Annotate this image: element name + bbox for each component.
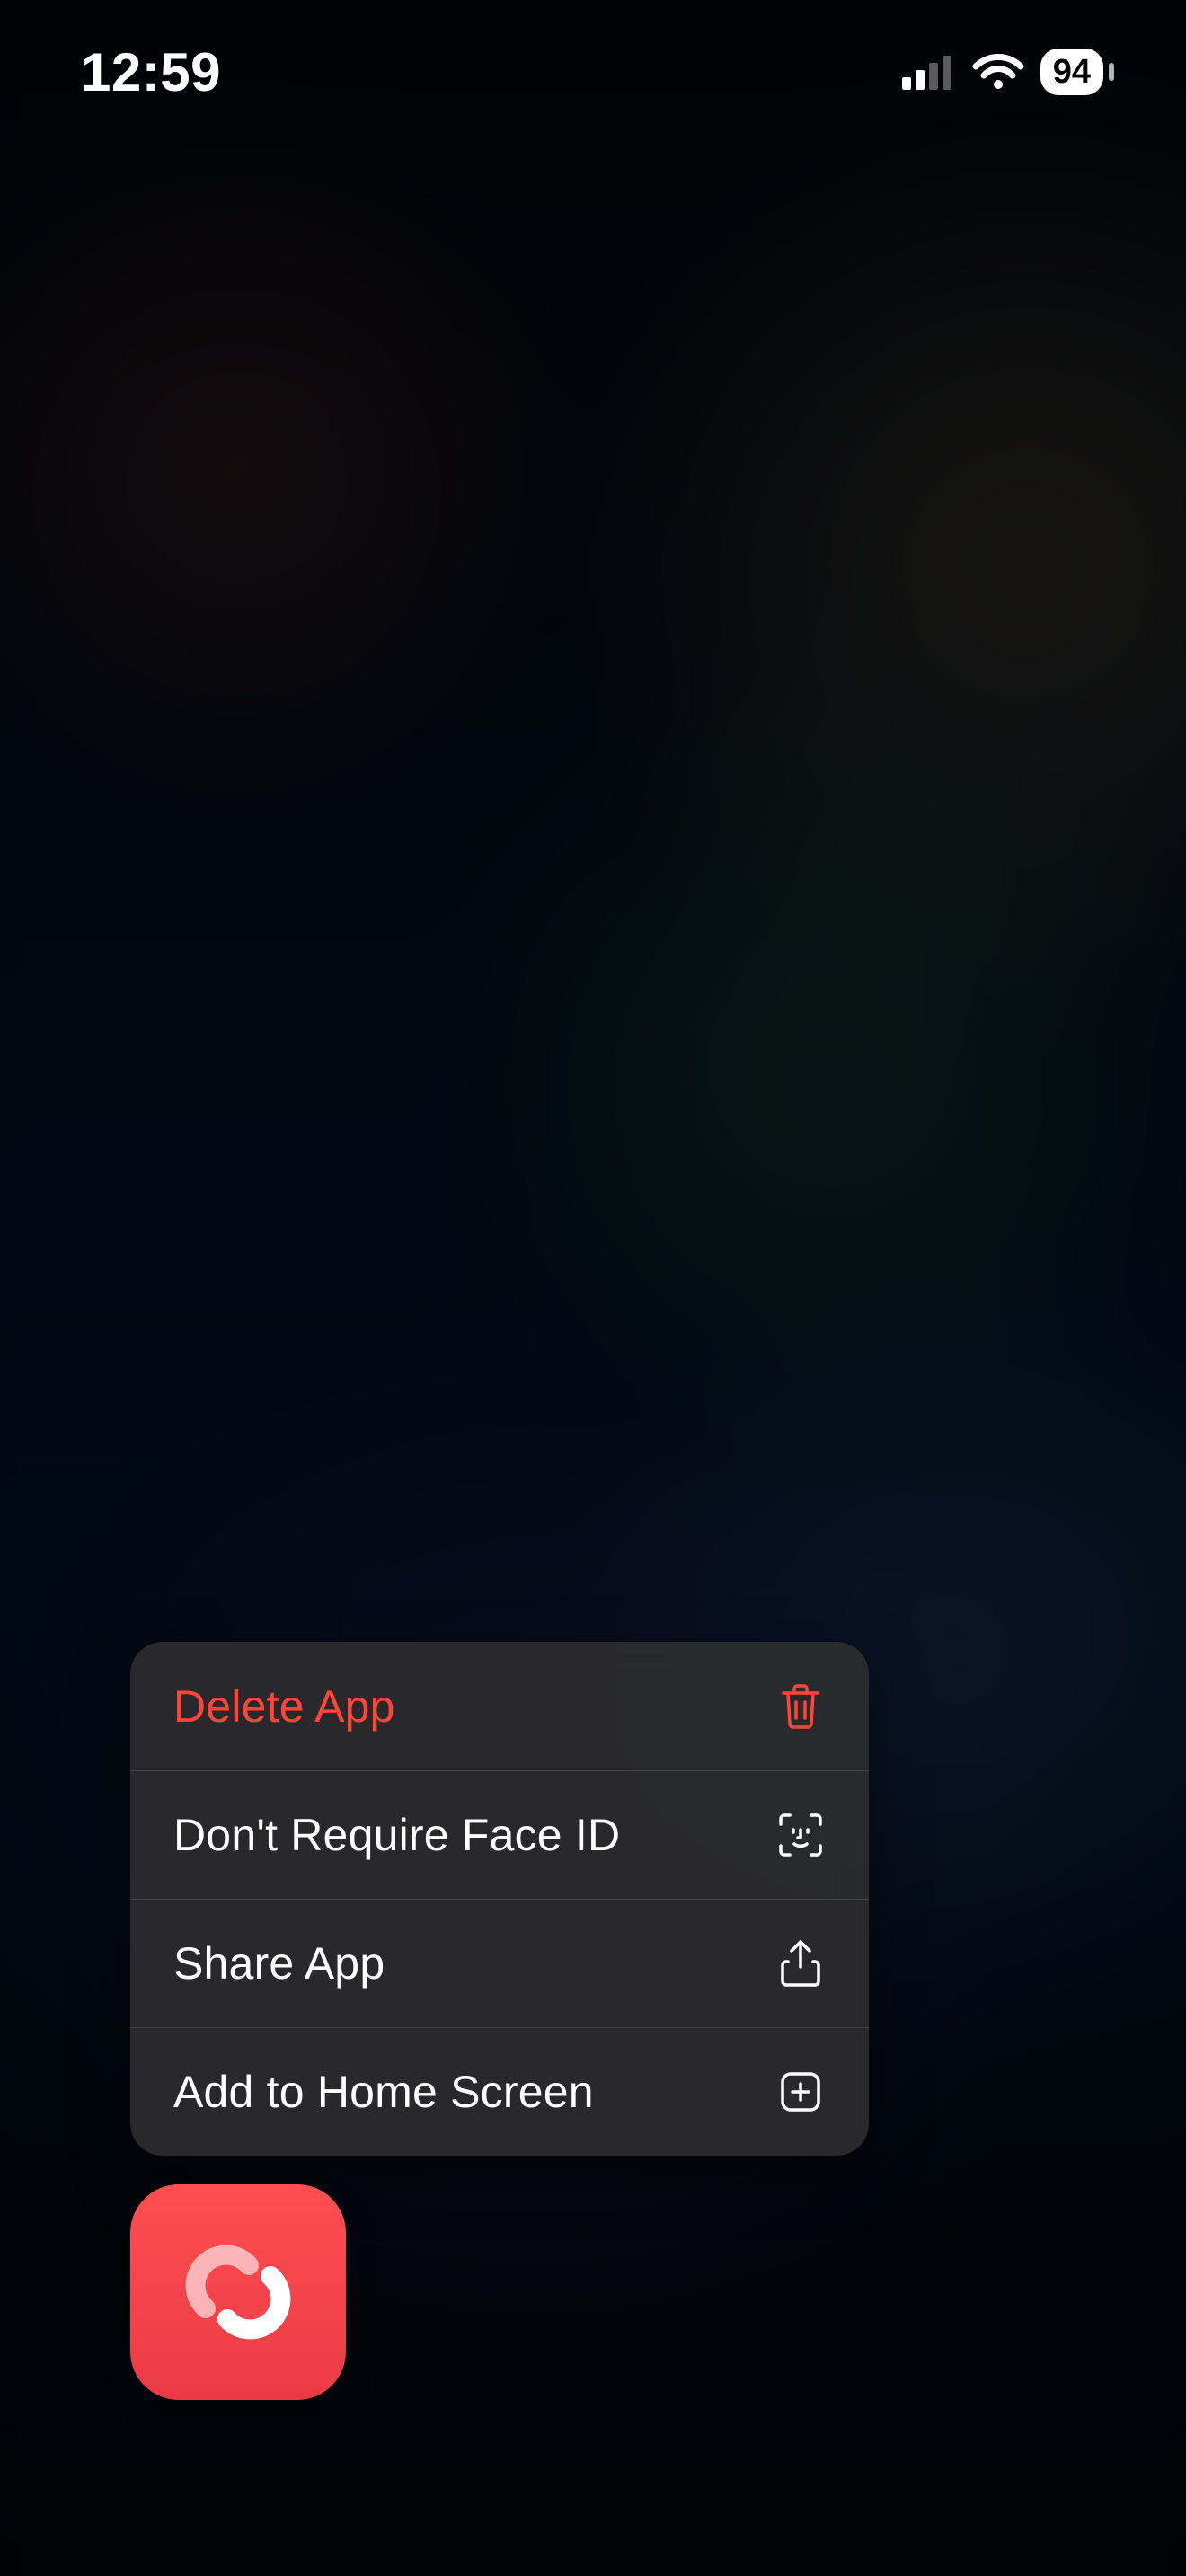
face-id-icon bbox=[775, 1810, 826, 1860]
menu-item-label: Don't Require Face ID bbox=[173, 1809, 620, 1861]
authy-glyph-icon bbox=[166, 2220, 310, 2364]
menu-item-delete-app[interactable]: Delete App bbox=[130, 1642, 869, 1770]
share-icon bbox=[775, 1938, 826, 1989]
menu-item-add-to-home-screen[interactable]: Add to Home Screen bbox=[130, 2027, 869, 2156]
battery-indicator: 94 bbox=[1040, 49, 1114, 95]
menu-item-label: Delete App bbox=[173, 1681, 395, 1733]
status-time: 12:59 bbox=[81, 41, 221, 103]
cellular-signal-icon bbox=[902, 54, 956, 90]
app-icon-authy[interactable] bbox=[130, 2184, 346, 2400]
battery-percent: 94 bbox=[1053, 53, 1091, 92]
plus-square-icon bbox=[775, 2067, 826, 2117]
status-right-cluster: 94 bbox=[902, 49, 1114, 95]
menu-item-label: Share App bbox=[173, 1937, 385, 1989]
trash-icon bbox=[775, 1681, 826, 1732]
app-context-menu: Delete App Don't Require Face ID bbox=[130, 1642, 869, 2156]
menu-item-label: Add to Home Screen bbox=[173, 2066, 594, 2118]
wifi-icon bbox=[972, 52, 1024, 92]
menu-item-share-app[interactable]: Share App bbox=[130, 1899, 869, 2027]
menu-item-dont-require-face-id[interactable]: Don't Require Face ID bbox=[130, 1770, 869, 1899]
status-bar: 12:59 94 bbox=[0, 0, 1186, 144]
